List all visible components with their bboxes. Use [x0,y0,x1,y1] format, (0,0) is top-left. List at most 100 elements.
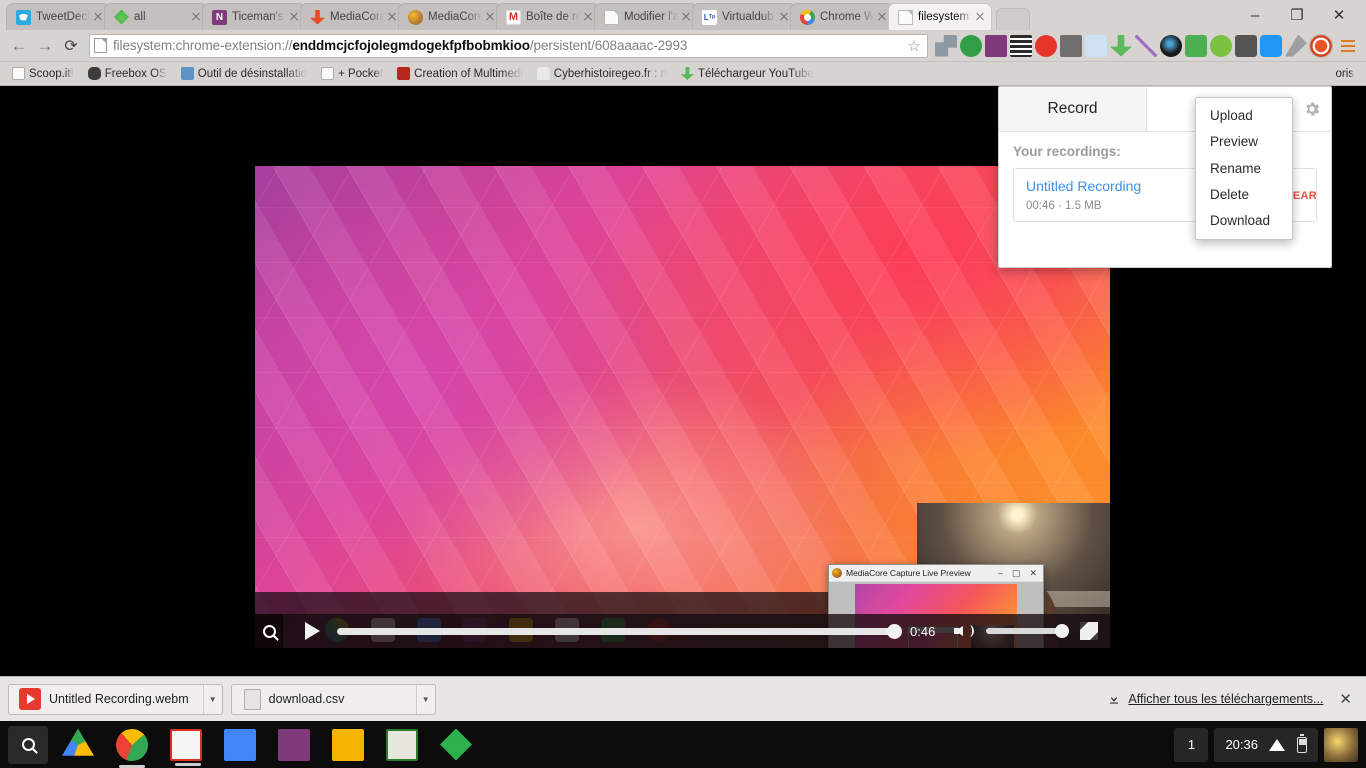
chrome-menu-icon[interactable] [1336,34,1360,58]
menu-item-delete[interactable]: Delete [1196,182,1292,208]
download-arrow-green-icon[interactable] [1110,34,1132,57]
feedly-icon[interactable] [440,728,472,761]
page-info-icon[interactable] [94,38,107,53]
browser-tab-2[interactable]: Ticeman's N [202,3,306,30]
onenote-icon[interactable] [278,728,310,761]
download-menu-caret-icon[interactable]: ▼ [202,684,222,714]
close-button[interactable]: ✕ [1029,568,1037,579]
asterisk-red-icon[interactable] [1035,34,1057,57]
forward-button[interactable]: → [32,33,58,59]
status-tray[interactable]: 20:36 [1214,727,1318,762]
notification-badge[interactable]: 1 [1174,727,1209,762]
reload-button[interactable]: ⟳ [58,33,84,59]
back-button[interactable]: ← [6,33,32,59]
google-docs-icon[interactable] [224,728,256,761]
bookmark-item[interactable]: Cyberhistoiregeo.fr : n [531,65,673,82]
maximize-button[interactable]: ❐ [1276,1,1318,29]
menu-item-download[interactable]: Download [1196,208,1292,234]
tab-close-icon[interactable] [777,10,791,24]
download-item-1[interactable]: download.csv ▼ [230,683,436,715]
java-icon [180,67,194,80]
show-all-downloads-label: Afficher tous les téléchargements... [1128,692,1324,706]
film-strip-icon[interactable] [1010,34,1032,57]
browser-tab-5[interactable]: Boîte de réce [496,3,600,30]
gmail-icon[interactable] [170,728,202,766]
tab-close-icon[interactable] [679,10,693,24]
google-drive-icon[interactable] [62,728,94,756]
browser-tab-1[interactable]: all [104,3,208,30]
pen-purple-icon[interactable] [1135,34,1157,57]
progress-knob[interactable] [887,623,902,639]
tab-close-icon[interactable] [875,10,889,24]
gear-icon[interactable] [1293,87,1331,131]
evernote-gray-icon[interactable] [1060,34,1082,57]
new-tab-button[interactable] [996,8,1030,30]
feather-gray-icon[interactable] [1285,34,1307,57]
printer-green-icon[interactable] [1185,34,1207,57]
mediacore-icon [408,9,423,25]
camera-blue-icon[interactable] [1085,34,1107,57]
lens-dark-icon[interactable] [1160,34,1182,57]
screencastify-icon[interactable] [386,728,418,761]
browser-tab-6[interactable]: Modifier l'art [594,3,698,30]
tab-close-icon[interactable] [189,10,203,24]
csv-file-icon [243,688,261,710]
tab-close-icon[interactable] [287,10,301,24]
volume-icon[interactable] [954,620,976,642]
browser-tab-0[interactable]: TweetDeck [6,3,110,30]
tab-close-icon[interactable] [385,10,399,24]
launcher-search-icon[interactable] [8,725,48,764]
bookmark-item[interactable]: Scoop.it! [6,65,80,82]
maximize-button[interactable]: ▢ [1012,568,1021,579]
download-menu-caret-icon[interactable]: ▼ [415,684,435,714]
live-preview-window-controls: – ▢ ✕ [998,568,1040,579]
onenote-extension-icon[interactable] [985,34,1007,57]
fullscreen-icon[interactable] [1080,622,1098,640]
tab-record[interactable]: Record [999,87,1147,131]
user-avatar[interactable] [1324,727,1358,762]
mediacore-record-icon[interactable] [1309,33,1333,58]
show-all-downloads-link[interactable]: Afficher tous les téléchargements... [1107,692,1323,706]
browser-tab-8[interactable]: Chrome Wel [790,3,894,30]
menu-item-upload[interactable]: Upload [1196,103,1292,129]
menu-item-preview[interactable]: Preview [1196,129,1292,155]
bookmark-item[interactable]: Outil de désinstallatio [175,65,313,82]
bookmark-item[interactable]: Creation of Multimedi [391,65,529,82]
bookmark-item[interactable]: Téléchargeur YouTube [675,65,820,82]
pocket-gray-icon[interactable] [1235,34,1257,57]
browser-tab-3[interactable]: MediaCore C [300,3,404,30]
close-window-button[interactable]: ✕ [1318,1,1360,29]
play-button[interactable] [299,618,325,644]
google-slides-icon[interactable] [332,728,364,761]
grid-extension-icon[interactable] [935,34,957,57]
download-green-icon[interactable] [960,34,982,57]
volume-knob[interactable] [1055,624,1069,638]
tab-title: filesystem:c [918,11,973,23]
browser-tab-4[interactable]: MediaCore \ [398,3,502,30]
tab-close-icon[interactable] [91,10,105,24]
tab-close-icon[interactable] [973,10,987,24]
bookmark-star-icon[interactable]: ☆ [905,37,923,55]
bear-blue-icon[interactable] [1260,34,1282,57]
green-dot-icon[interactable] [1210,34,1232,57]
tab-close-icon[interactable] [581,10,595,24]
download-arrow-icon [310,10,325,25]
video-progress-bar[interactable] [337,623,902,639]
tab-close-icon[interactable] [483,10,497,24]
download-item-0[interactable]: Untitled Recording.webm ▼ [8,683,223,715]
bookmark-label: + Pocket [338,67,384,80]
menu-item-rename[interactable]: Rename [1196,156,1292,182]
volume-slider[interactable] [986,624,1069,638]
chrome-icon[interactable] [116,728,148,768]
minimize-button[interactable]: – [1234,1,1276,29]
close-downloads-bar-icon[interactable]: ✕ [1339,690,1352,708]
bookmark-item[interactable]: oris [1329,66,1360,82]
minimize-button[interactable]: – [998,568,1003,578]
bookmark-item[interactable]: Freebox OS [82,65,173,82]
browser-tab-7[interactable]: Virtualdub p [692,3,796,30]
address-bar[interactable]: filesystem:chrome-extension://enddmcjcfo… [89,33,928,58]
browser-tab-9-active[interactable]: filesystem:c [888,3,992,30]
bookmark-item[interactable]: + Pocket [315,65,389,82]
video-player[interactable]: MediaCore Capture Live Preview – ▢ ✕ 0:4… [255,166,1110,648]
magnifier-icon[interactable] [255,614,283,648]
